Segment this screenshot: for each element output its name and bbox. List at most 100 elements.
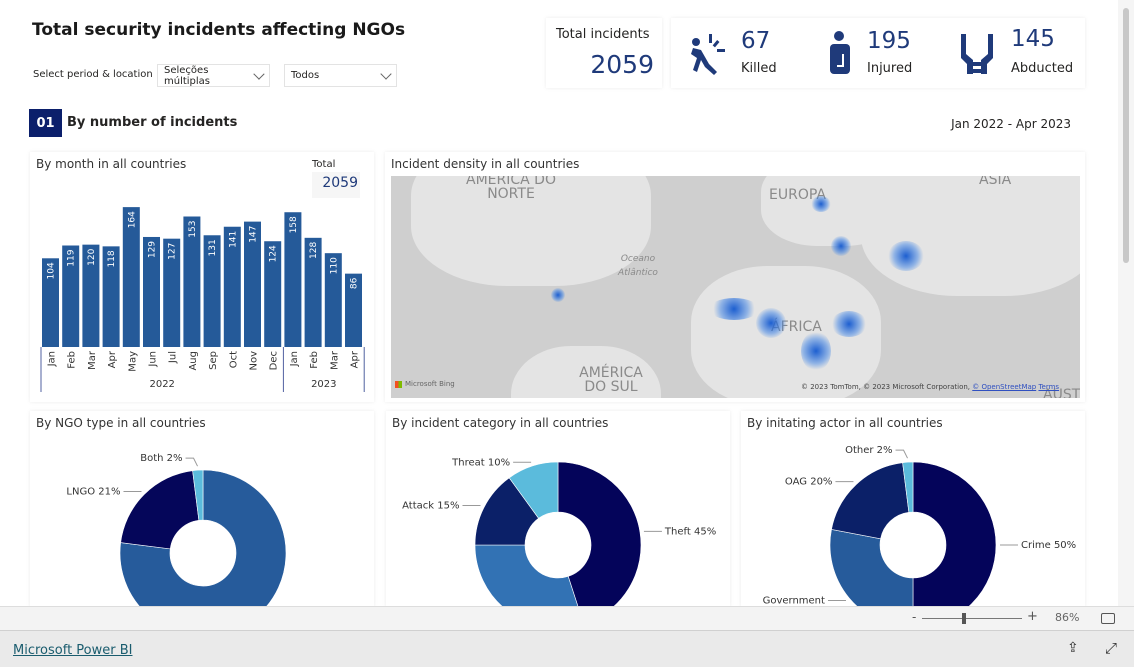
bar-value-label: 120 [87, 248, 97, 265]
initiating-actor-panel: By initating actor in all countries Crim… [741, 411, 1085, 607]
section-title: By number of incidents [67, 115, 238, 130]
zoom-slider[interactable] [922, 618, 1022, 619]
label-leader-line [185, 457, 198, 467]
zoom-slider-handle[interactable] [962, 613, 966, 624]
bar-value-label: 128 [309, 242, 319, 259]
monthly-bar-chart-panel: By month in all countries Total 2059 104… [30, 152, 374, 402]
bar-value-label: 118 [107, 250, 117, 267]
total-incidents-value: 2059 [590, 50, 654, 79]
donut-slice[interactable] [831, 462, 910, 540]
map-label-north-america: AMÉRICA DO NORTE [466, 176, 556, 202]
fit-to-page-icon[interactable] [1101, 613, 1115, 624]
killed-value: 67 [741, 28, 771, 54]
month-tick-label: Dec [269, 351, 280, 370]
slice-label: Threat 10% [451, 457, 510, 468]
bar-value-label: 141 [228, 231, 238, 248]
scrollbar-thumb[interactable] [1123, 8, 1129, 263]
month-tick-label: Nov [249, 351, 260, 371]
slice-label: Crime 50% [1021, 540, 1076, 551]
section-number-badge: 01 [29, 109, 62, 137]
bar-value-label: 119 [67, 249, 77, 266]
slice-label: OAG 20% [785, 477, 833, 488]
slice-label: Other 2% [845, 445, 892, 456]
bar-value-label: 158 [289, 216, 299, 233]
map-title: Incident density in all countries [391, 157, 580, 171]
total-incidents-card: Total incidents 2059 [546, 18, 662, 88]
injured-person-icon [830, 31, 850, 74]
month-tick-label: Apr [107, 350, 118, 368]
bar-value-label: 127 [168, 243, 178, 260]
month-tick-label: Oct [228, 351, 239, 368]
slice-label: Both 2% [140, 453, 182, 464]
year-label: 2023 [311, 379, 336, 390]
bar-value-label: 110 [329, 257, 339, 274]
month-tick-label: Mar [329, 350, 340, 370]
month-tick-label: Jul [168, 351, 179, 364]
bound-hands-icon [961, 34, 993, 74]
bar-value-label: 153 [188, 221, 198, 238]
donut-slice[interactable] [474, 544, 584, 607]
zoom-in-button[interactable]: + [1027, 609, 1038, 624]
map-label-atlantic: Oceano Atlântico [618, 254, 658, 278]
month-tick-label: Apr [350, 350, 361, 368]
share-icon[interactable]: ⇪ [1067, 640, 1079, 656]
incident-category-donut: Theft 45% Attack 15% Threat 10% [402, 457, 716, 607]
killed-label: Killed [741, 61, 777, 76]
location-dropdown-value: Todos [291, 70, 320, 81]
month-tick-label: Mar [87, 350, 98, 370]
incident-density-map[interactable]: AMÉRICA DO NORTE EUROPA ÁSIA Oceano Atlâ… [391, 176, 1080, 398]
footer: Microsoft Power BI ⇪ ⤢ [0, 630, 1134, 667]
map-label-asia: ÁSIA [979, 176, 1012, 188]
year-label: 2022 [149, 379, 174, 390]
power-bi-link[interactable]: Microsoft Power BI [13, 643, 132, 658]
month-tick-label: Sep [208, 351, 219, 370]
bar-value-label: 129 [148, 241, 158, 258]
bar-chart: 104 Jan 119 Feb 120 Mar 118 Apr 164 May 129 Jun 127 J… [40, 207, 365, 392]
select-label: Select period & location [33, 69, 153, 80]
map-label-south-america: AMÉRICA DO SUL [579, 365, 643, 395]
abducted-value: 145 [1011, 26, 1055, 52]
chevron-down-icon [380, 67, 392, 80]
bar-value-label: 147 [249, 226, 259, 243]
slice-label: Government [763, 595, 825, 606]
casualties-card: 67 Killed 195 Injured 145 Abducted [671, 18, 1085, 88]
period-label: Jan 2022 - Apr 2023 [951, 117, 1071, 131]
label-leader-line [895, 449, 908, 459]
ngo-type-donut: LNGO 21% Both 2% [66, 453, 287, 607]
falling-person-icon [691, 34, 725, 75]
zoom-out-button[interactable]: - [912, 610, 916, 624]
abducted-label: Abducted [1011, 61, 1074, 76]
bar-value-label: 86 [350, 277, 360, 289]
page-title: Total security incidents affecting NGOs [32, 20, 406, 40]
donut-slice[interactable] [912, 461, 997, 607]
month-tick-label: Aug [188, 351, 199, 371]
incident-category-panel: By incident category in all countries Th… [386, 411, 730, 607]
total-incidents-label: Total incidents [556, 27, 650, 42]
month-tick-label: Feb [67, 351, 78, 369]
slice-label: LNGO 21% [66, 486, 120, 497]
location-dropdown[interactable]: Todos [284, 64, 397, 87]
status-bar: - + 86% [0, 606, 1134, 630]
terms-link[interactable]: Terms [1038, 383, 1059, 391]
slice-label: Theft 45% [664, 526, 716, 537]
zoom-level: 86% [1055, 611, 1080, 624]
bar-value-label: 164 [127, 211, 137, 228]
period-dropdown[interactable]: Seleções múltiplas [157, 64, 270, 87]
donut-slice[interactable] [120, 470, 200, 550]
donut-slice[interactable] [829, 529, 914, 607]
fullscreen-icon[interactable]: ⤢ [1105, 639, 1117, 657]
month-tick-label: Jan [289, 351, 300, 367]
injured-label: Injured [867, 61, 913, 76]
month-tick-label: Jun [148, 351, 159, 368]
month-tick-label: Feb [309, 351, 320, 369]
slice-label: Attack 15% [402, 501, 459, 512]
bar-value-label: 104 [47, 262, 57, 279]
month-tick-label: May [127, 351, 138, 372]
ngo-type-panel: By NGO type in all countries LNGO 21% Bot… [30, 411, 374, 607]
bar-value-label: 124 [269, 245, 279, 262]
period-dropdown-value: Seleções múltiplas [164, 64, 211, 87]
map-attribution: © 2023 TomTom, © 2023 Microsoft Corporat… [801, 383, 1060, 391]
bar-value-label: 131 [208, 239, 218, 256]
openstreetmap-link[interactable]: © OpenStreetMap [972, 383, 1036, 391]
month-tick-label: Jan [47, 351, 58, 367]
